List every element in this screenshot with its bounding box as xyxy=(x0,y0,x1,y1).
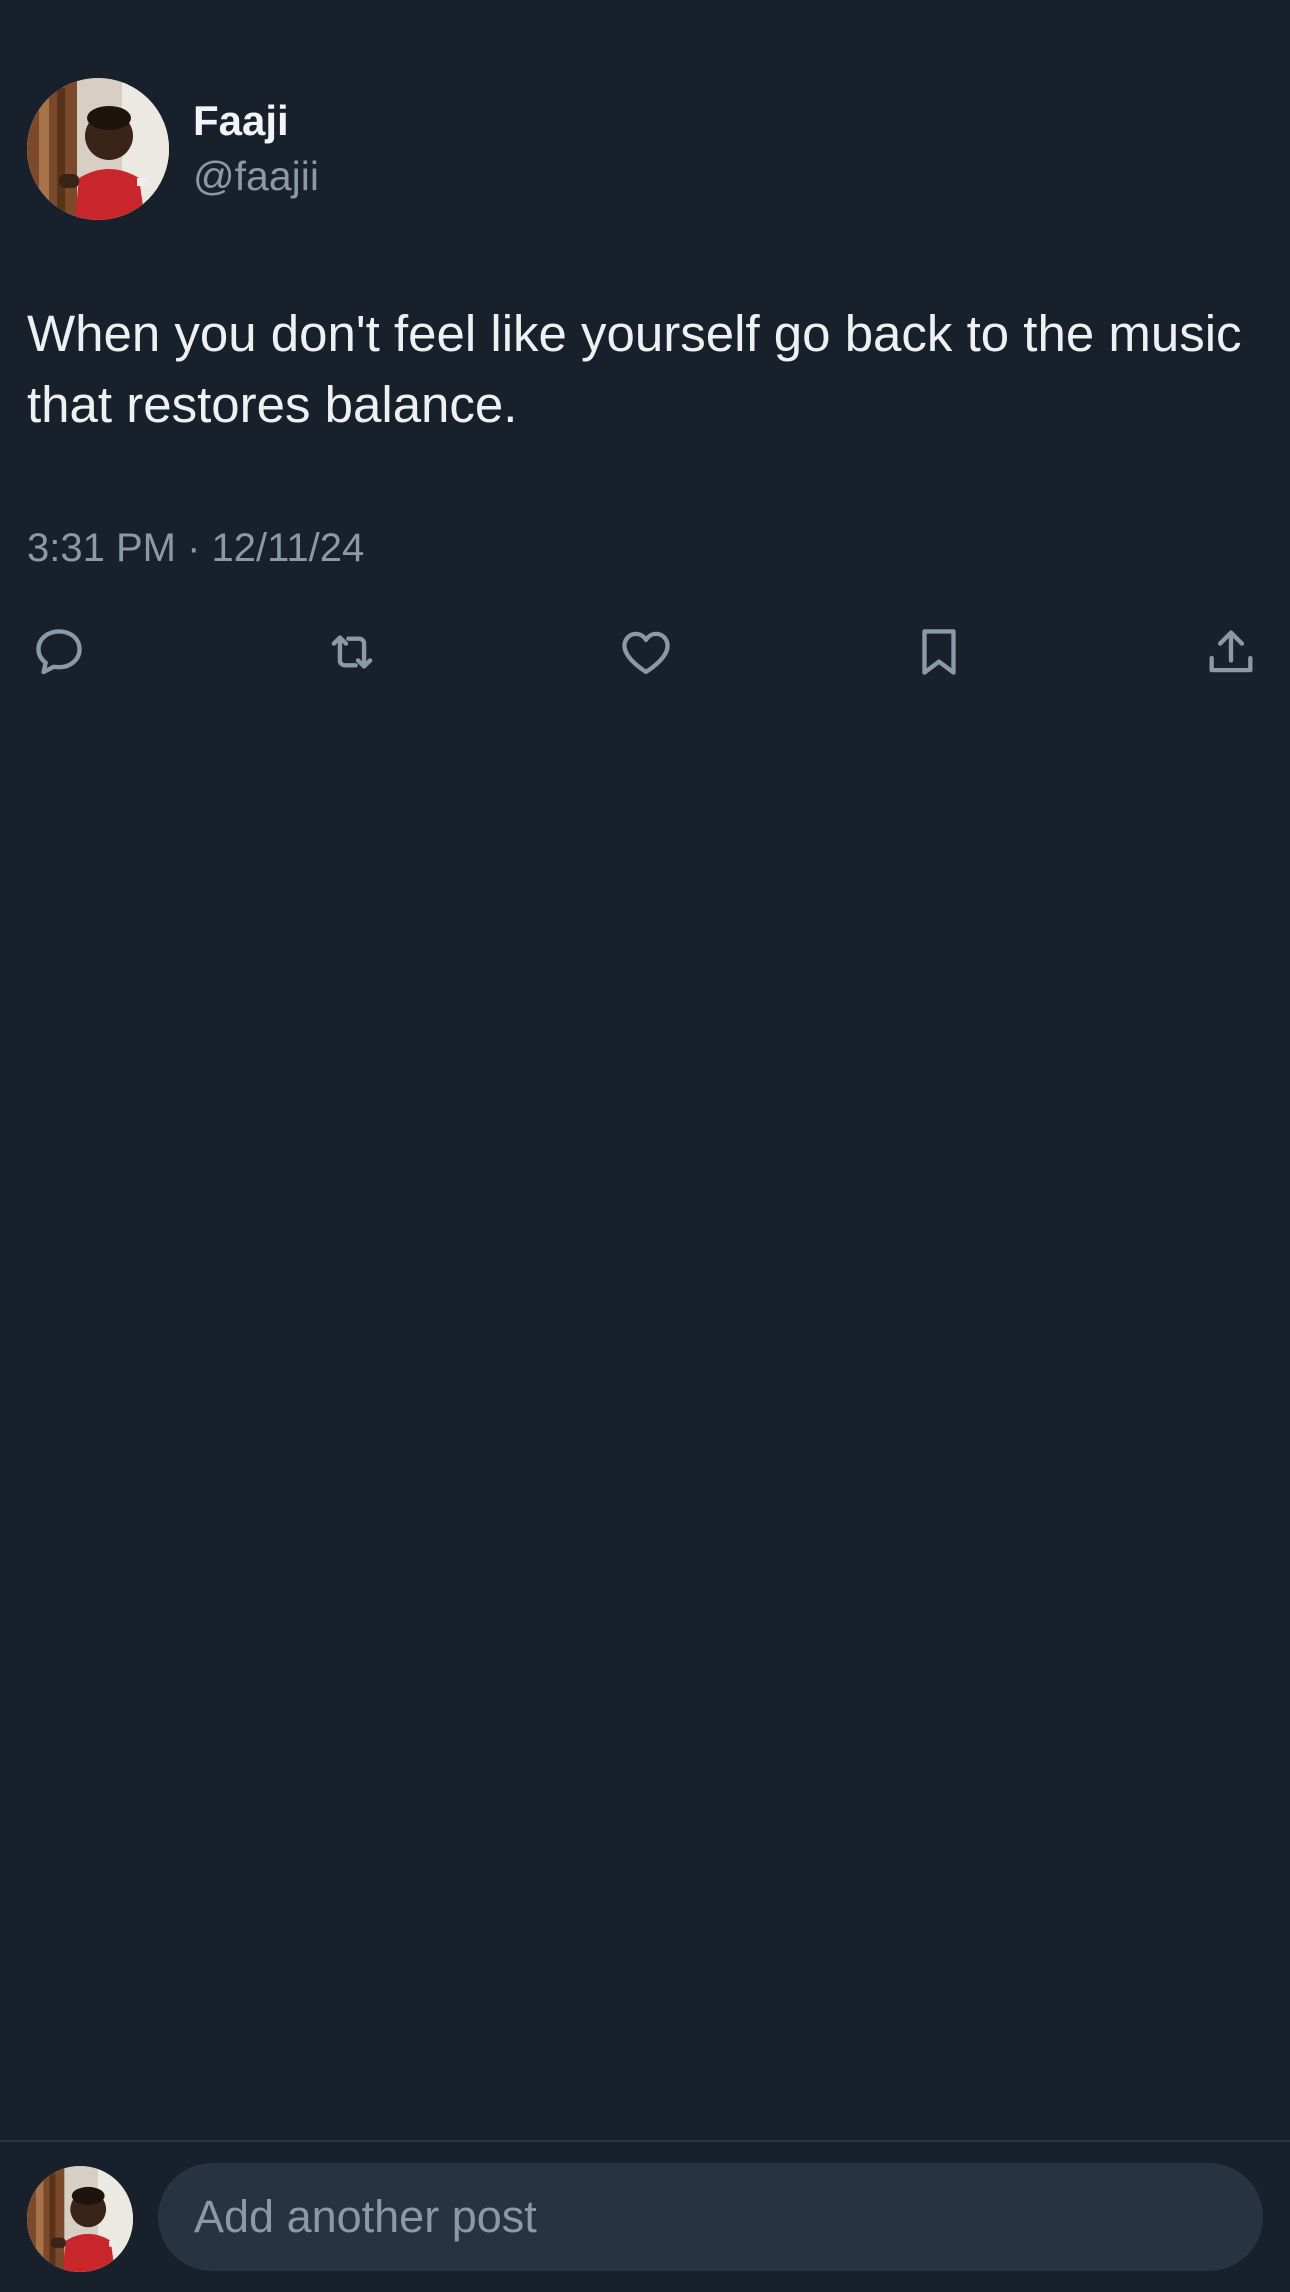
composer-divider xyxy=(0,2140,1290,2142)
add-post-input[interactable] xyxy=(158,2163,1263,2271)
repost-button[interactable] xyxy=(320,620,384,684)
repost-arrows-icon xyxy=(331,635,373,669)
author-handle[interactable]: @faajii xyxy=(193,148,319,204)
avatar-image xyxy=(27,2166,133,2272)
post-text: When you don't feel like yourself go bac… xyxy=(27,305,1242,433)
speech-bubble-icon xyxy=(36,629,82,675)
like-button[interactable] xyxy=(614,620,678,684)
heart-icon xyxy=(622,631,670,674)
current-user-avatar[interactable] xyxy=(27,2166,133,2272)
bookmark-icon xyxy=(922,629,956,675)
action-bar xyxy=(27,620,1263,684)
avatar-image xyxy=(27,78,169,220)
reply-composer xyxy=(27,2163,1263,2273)
share-upload-icon xyxy=(1209,630,1253,673)
avatar[interactable] xyxy=(27,78,169,220)
author-display-name[interactable]: Faaji xyxy=(193,94,319,148)
user-info: Faaji @faajii xyxy=(193,94,319,204)
share-button[interactable] xyxy=(1199,620,1263,684)
reply-button[interactable] xyxy=(27,620,91,684)
post-header: Faaji @faajii xyxy=(27,78,319,220)
post-timestamp[interactable]: 3:31 PM · 12/11/24 xyxy=(27,520,364,576)
bookmark-button[interactable] xyxy=(907,620,971,684)
